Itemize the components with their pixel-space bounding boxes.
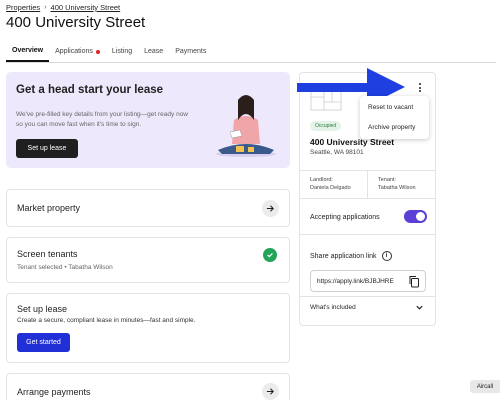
page-title: 400 University Street xyxy=(6,14,146,31)
landlord-info: Landlord: Daniela Delgado xyxy=(300,171,367,198)
info-icon[interactable]: i xyxy=(381,251,392,261)
more-options-icon[interactable] xyxy=(419,83,423,94)
card-subtitle: Tenant selected • Tabatha Wilson xyxy=(17,264,113,271)
tab-bar: Overview Applications Listing Lease Paym… xyxy=(6,42,496,63)
person-reading-illustration xyxy=(216,95,276,157)
toggle-knob xyxy=(416,212,425,221)
tab-label: Listing xyxy=(111,48,133,55)
tab-lease[interactable]: Lease xyxy=(138,42,169,62)
notification-dot xyxy=(95,50,100,54)
divider xyxy=(300,234,435,235)
tab-overview[interactable]: Overview xyxy=(6,42,50,62)
tab-label: Applications xyxy=(55,48,93,55)
share-link-row: Share application link i xyxy=(310,251,392,261)
tab-listing[interactable]: Listing xyxy=(106,42,138,62)
accepting-applications-label: Accepting applications xyxy=(310,214,380,221)
promo-title: Get a head start your lease xyxy=(16,84,164,96)
divider xyxy=(300,296,435,297)
arrow-right-icon[interactable] xyxy=(262,200,279,217)
screen-tenants-card[interactable]: Screen tenants Tenant selected • Tabatha… xyxy=(6,237,290,283)
tenant-name: Tabatha Wilson xyxy=(378,185,416,191)
status-badge: Occupied xyxy=(310,121,342,131)
tab-label: Overview xyxy=(12,47,44,54)
share-link-label: Share application link xyxy=(310,252,377,260)
menu-item-archive-property[interactable]: Archive property xyxy=(368,124,415,131)
promo-body: We've pre-filled key details from your l… xyxy=(16,111,188,128)
landlord-tenant-row: Landlord: Daniela Delgado Tenant: Tabath… xyxy=(300,170,435,199)
property-city: Seattle, WA 98101 xyxy=(310,149,364,156)
arrange-payments-card[interactable]: Arrange payments xyxy=(6,373,290,400)
landlord-name: Daniela Delgado xyxy=(310,185,351,191)
lease-promo-banner: Get a head start your lease We've pre-fi… xyxy=(6,72,290,168)
aircall-widget-tab[interactable]: Aircall xyxy=(470,380,500,393)
tab-applications[interactable]: Applications xyxy=(49,42,106,62)
breadcrumb-current-link[interactable]: 400 University Street xyxy=(51,3,121,12)
breadcrumb: Properties › 400 University Street xyxy=(6,3,120,12)
landlord-label: Landlord: xyxy=(310,177,333,183)
market-property-card[interactable]: Market property xyxy=(6,189,290,227)
check-circle-icon xyxy=(263,248,277,262)
breadcrumb-properties-link[interactable]: Properties xyxy=(6,3,40,12)
card-title: Market property xyxy=(17,203,81,213)
tenant-info: Tenant: Tabatha Wilson xyxy=(367,171,435,198)
tab-payments[interactable]: Payments xyxy=(169,42,212,62)
property-actions-menu: Reset to vacant Archive property xyxy=(360,96,429,139)
share-link-text: https://apply.link/BJBJHRE xyxy=(317,277,394,285)
card-title: Screen tenants xyxy=(17,249,78,259)
chevron-down-icon[interactable] xyxy=(415,303,424,312)
copy-icon[interactable] xyxy=(408,275,420,288)
tenant-label: Tenant: xyxy=(378,177,397,183)
card-subtitle: Create a secure, compliant lease in minu… xyxy=(17,317,196,324)
arrow-right-icon[interactable] xyxy=(262,383,279,400)
card-title: Arrange payments xyxy=(17,387,91,397)
tab-label: Lease xyxy=(144,48,164,55)
whats-included-label[interactable]: What's included xyxy=(310,304,356,311)
get-started-button[interactable]: Get started xyxy=(17,333,70,352)
tab-label: Payments xyxy=(175,48,207,55)
set-up-lease-card: Set up lease Create a secure, compliant … xyxy=(6,293,290,363)
card-title: Set up lease xyxy=(17,304,68,314)
menu-item-reset-to-vacant[interactable]: Reset to vacant xyxy=(368,104,413,111)
chevron-right-icon: › xyxy=(44,4,47,11)
accepting-applications-toggle[interactable] xyxy=(404,210,427,223)
share-link-field[interactable]: https://apply.link/BJBJHRE xyxy=(310,270,426,292)
set-up-lease-button[interactable]: Set up lease xyxy=(16,139,78,158)
